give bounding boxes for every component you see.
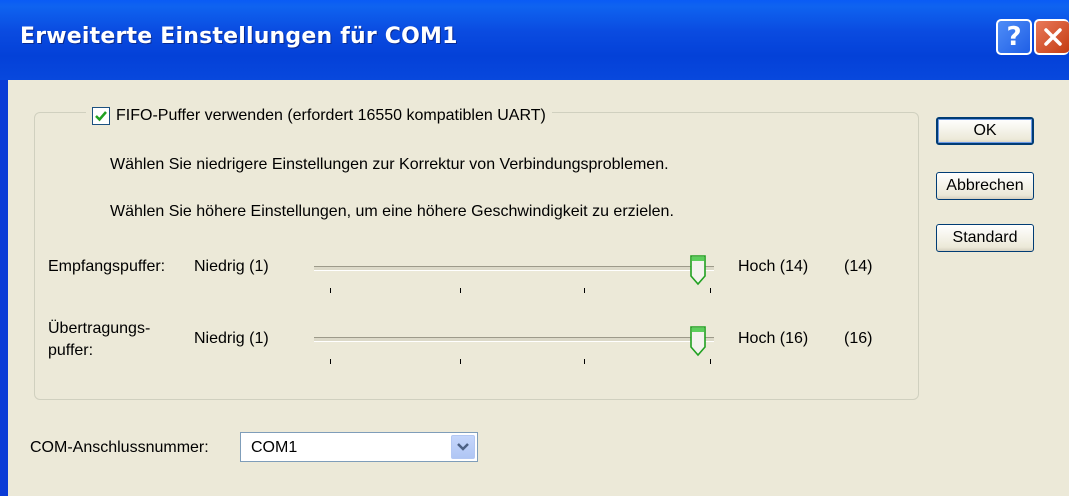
slider-thumb-icon[interactable] [689, 325, 707, 357]
help-button[interactable]: ? [996, 19, 1032, 55]
com-port-dropdown-button[interactable] [451, 435, 475, 459]
transmit-slider-tick [710, 359, 711, 364]
transmit-min-label: Niedrig (1) [194, 330, 269, 347]
hint-higher: Wählen Sie höhere Einstellungen, um eine… [110, 203, 674, 220]
fifo-checkbox[interactable] [92, 107, 110, 125]
default-button[interactable]: Standard [936, 224, 1034, 252]
transmit-buffer-label-line1: Übertragungs- [48, 320, 151, 337]
transmit-value-label: (16) [844, 330, 873, 347]
transmit-buffer-slider[interactable] [314, 317, 714, 377]
checkmark-icon [95, 111, 107, 122]
com-port-select[interactable]: COM1 [240, 432, 478, 462]
title-bar[interactable]: Erweiterte Einstellungen für COM1 ? [0, 0, 1069, 80]
transmit-slider-tick [584, 359, 585, 364]
com-port-selected-value: COM1 [251, 439, 298, 456]
receive-value-label: (14) [844, 258, 873, 275]
receive-buffer-label: Empfangspuffer: [48, 258, 166, 275]
receive-slider-tick [584, 288, 585, 293]
transmit-max-label: Hoch (16) [738, 330, 809, 347]
receive-slider-tick [460, 288, 461, 293]
transmit-slider-track[interactable] [314, 337, 714, 342]
window-title: Erweiterte Einstellungen für COM1 [20, 24, 458, 49]
close-button[interactable] [1034, 19, 1069, 55]
transmit-buffer-label-line2: puffer: [48, 342, 94, 359]
dialog-window: Erweiterte Einstellungen für COM1 ? FIFO… [0, 0, 1069, 496]
close-x-icon [1043, 28, 1062, 46]
dialog-client-area: FIFO-Puffer verwenden (erfordert 16550 k… [8, 80, 1069, 496]
receive-slider-tick [710, 288, 711, 293]
cancel-button[interactable]: Abbrechen [936, 172, 1034, 200]
transmit-slider-tick [460, 359, 461, 364]
receive-max-label: Hoch (14) [738, 258, 809, 275]
com-port-label: COM-Anschlussnummer: [30, 439, 209, 456]
receive-slider-tick [330, 288, 331, 293]
receive-slider-track[interactable] [314, 266, 714, 271]
ok-button[interactable]: OK [936, 117, 1034, 145]
transmit-slider-tick [330, 359, 331, 364]
fifo-checkbox-label[interactable]: FIFO-Puffer verwenden (erfordert 16550 k… [116, 107, 546, 125]
chevron-down-icon [457, 443, 469, 451]
hint-lower: Wählen Sie niedrigere Einstellungen zur … [110, 156, 669, 173]
receive-buffer-slider[interactable] [314, 246, 714, 306]
receive-min-label: Niedrig (1) [194, 258, 269, 275]
question-mark-icon: ? [1006, 22, 1022, 52]
slider-thumb-icon[interactable] [689, 254, 707, 286]
fifo-checkbox-row[interactable]: FIFO-Puffer verwenden (erfordert 16550 k… [86, 102, 552, 130]
